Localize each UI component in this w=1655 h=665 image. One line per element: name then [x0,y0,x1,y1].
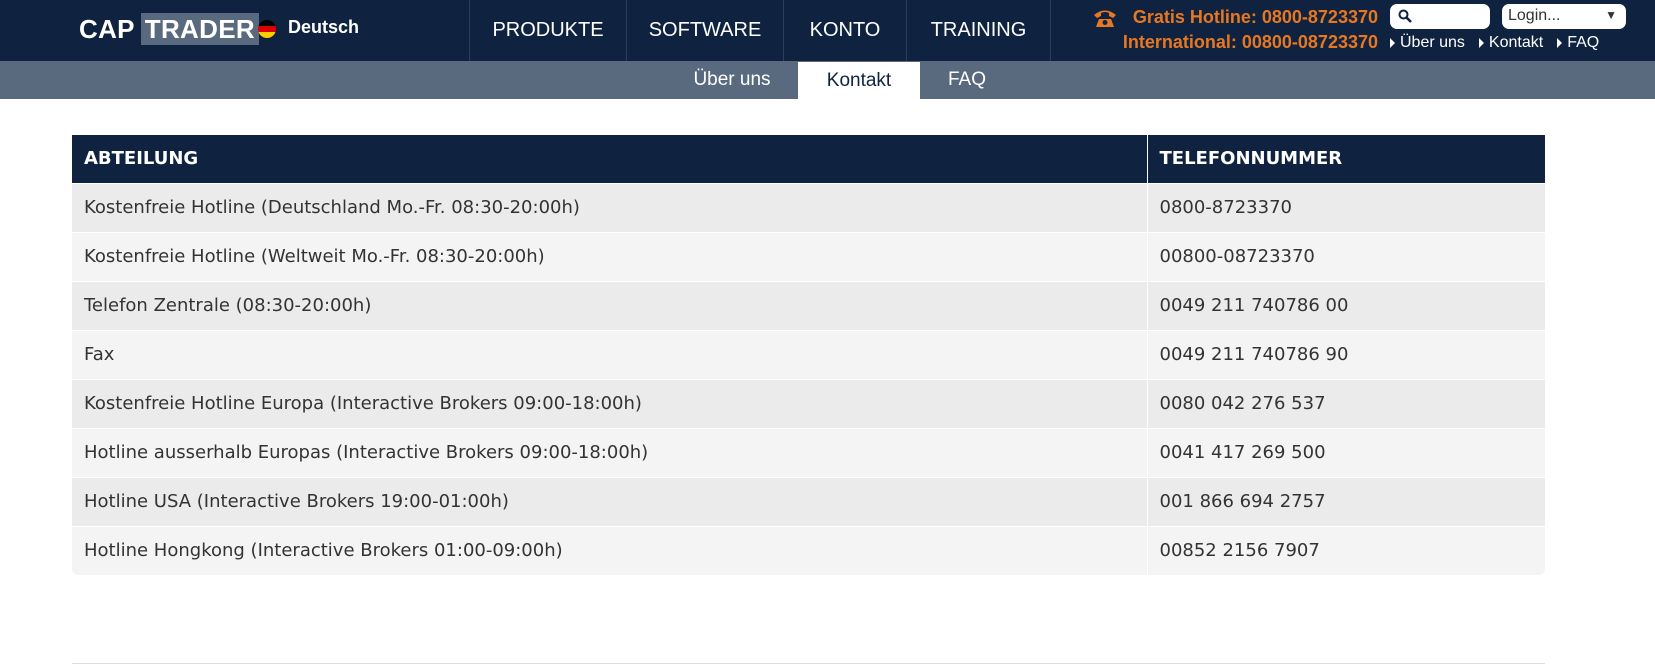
header-abteilung: ABTEILUNG [72,135,1148,183]
table-row: Kostenfreie Hotline (Deutschland Mo.-Fr.… [72,182,1545,232]
subnav-faq[interactable]: FAQ [920,61,1014,99]
nav-konto[interactable]: KONTO [783,0,906,61]
toplink-ueber-uns[interactable]: Über uns [1390,34,1465,52]
department-cell: Kostenfreie Hotline (Weltweit Mo.-Fr. 08… [72,231,1148,281]
phone-number-cell[interactable]: 00852 2156 7907 [1147,525,1545,575]
top-links: Über uns Kontakt FAQ [1390,34,1599,52]
nav-training[interactable]: TRAINING [906,0,1051,61]
table-row: Kostenfreie Hotline (Weltweit Mo.-Fr. 08… [72,231,1545,281]
department-cell: Telefon Zentrale (08:30-20:00h) [72,280,1148,330]
table-row: Fax 0049 211 740786 90 [72,329,1545,379]
subnav-ueber-uns[interactable]: Über uns [673,61,791,99]
login-label: Login... [1508,7,1561,24]
logo-trader: TRADER [140,13,259,45]
divider [72,663,1545,664]
toplink-label: FAQ [1567,34,1600,51]
phone-number-cell[interactable]: 0049 211 740786 00 [1147,280,1545,330]
table-row: Telefon Zentrale (08:30-20:00h) 0049 211… [72,280,1545,330]
triangle-right-icon [1390,38,1395,48]
chevron-down-icon: ▼ [1605,8,1617,22]
nav-software[interactable]: SOFTWARE [626,0,783,61]
language-selector[interactable]: Deutsch [288,17,359,38]
department-cell: Hotline USA (Interactive Brokers 19:00-0… [72,476,1148,526]
hotline-gratis[interactable]: Gratis Hotline: 0800-8723370 [1133,7,1378,28]
department-cell: Hotline ausserhalb Europas (Interactive … [72,427,1148,477]
department-cell: Kostenfreie Hotline Europa (Interactive … [72,378,1148,428]
login-select[interactable]: Login... ▼ [1502,4,1626,29]
table-header-row: ABTEILUNG TELEFONNUMMER [72,135,1545,183]
nav-produkte[interactable]: PRODUKTE [469,0,626,61]
phone-icon [1094,10,1116,27]
flag-germany-icon[interactable] [258,20,276,38]
phone-number-cell[interactable]: 001 866 694 2757 [1147,476,1545,526]
header-telefonnummer: TELEFONNUMMER [1159,148,1343,170]
logo[interactable]: CAP TRADER [79,12,259,46]
table-row: Hotline Hongkong (Interactive Brokers 01… [72,525,1545,575]
phone-number-cell[interactable]: 0041 417 269 500 [1147,427,1545,477]
toplink-label: Kontakt [1488,34,1544,51]
phone-number-cell[interactable]: 00800-08723370 [1147,231,1545,281]
department-cell: Hotline Hongkong (Interactive Brokers 01… [72,525,1148,575]
sub-nav: Über uns Kontakt FAQ [0,61,1655,99]
triangle-right-icon [1557,38,1563,48]
main-nav: PRODUKTE SOFTWARE KONTO TRAINING [469,0,1051,61]
hotline-international[interactable]: International: 00800-08723370 [1123,32,1378,53]
phone-number-cell[interactable]: 0800-8723370 [1147,182,1545,232]
table-row: Kostenfreie Hotline Europa (Interactive … [72,378,1545,428]
triangle-right-icon [1478,38,1484,48]
toplink-kontakt[interactable]: Kontakt [1478,34,1544,52]
table-row: Hotline USA (Interactive Brokers 19:00-0… [72,476,1545,526]
header-bar: CAP TRADER Deutsch PRODUKTE SOFTWARE KON… [0,0,1655,61]
contact-table-container: ABTEILUNG TELEFONNUMMER Kostenfreie Hotl… [72,135,1545,575]
phone-number-cell[interactable]: 0049 211 740786 90 [1147,329,1545,379]
department-cell: Fax [72,329,1148,379]
logo-cap: CAP [79,13,135,44]
search-input[interactable] [1416,7,1484,26]
toplink-label: Über uns [1400,34,1465,51]
toplink-faq[interactable]: FAQ [1557,34,1599,52]
search-icon[interactable] [1398,9,1412,23]
search-box[interactable] [1390,4,1490,29]
contact-table: ABTEILUNG TELEFONNUMMER Kostenfreie Hotl… [72,135,1545,575]
table-row: Hotline ausserhalb Europas (Interactive … [72,427,1545,477]
department-cell: Kostenfreie Hotline (Deutschland Mo.-Fr.… [72,182,1148,232]
phone-number-cell[interactable]: 0080 042 276 537 [1147,378,1545,428]
subnav-kontakt[interactable]: Kontakt [798,62,920,99]
